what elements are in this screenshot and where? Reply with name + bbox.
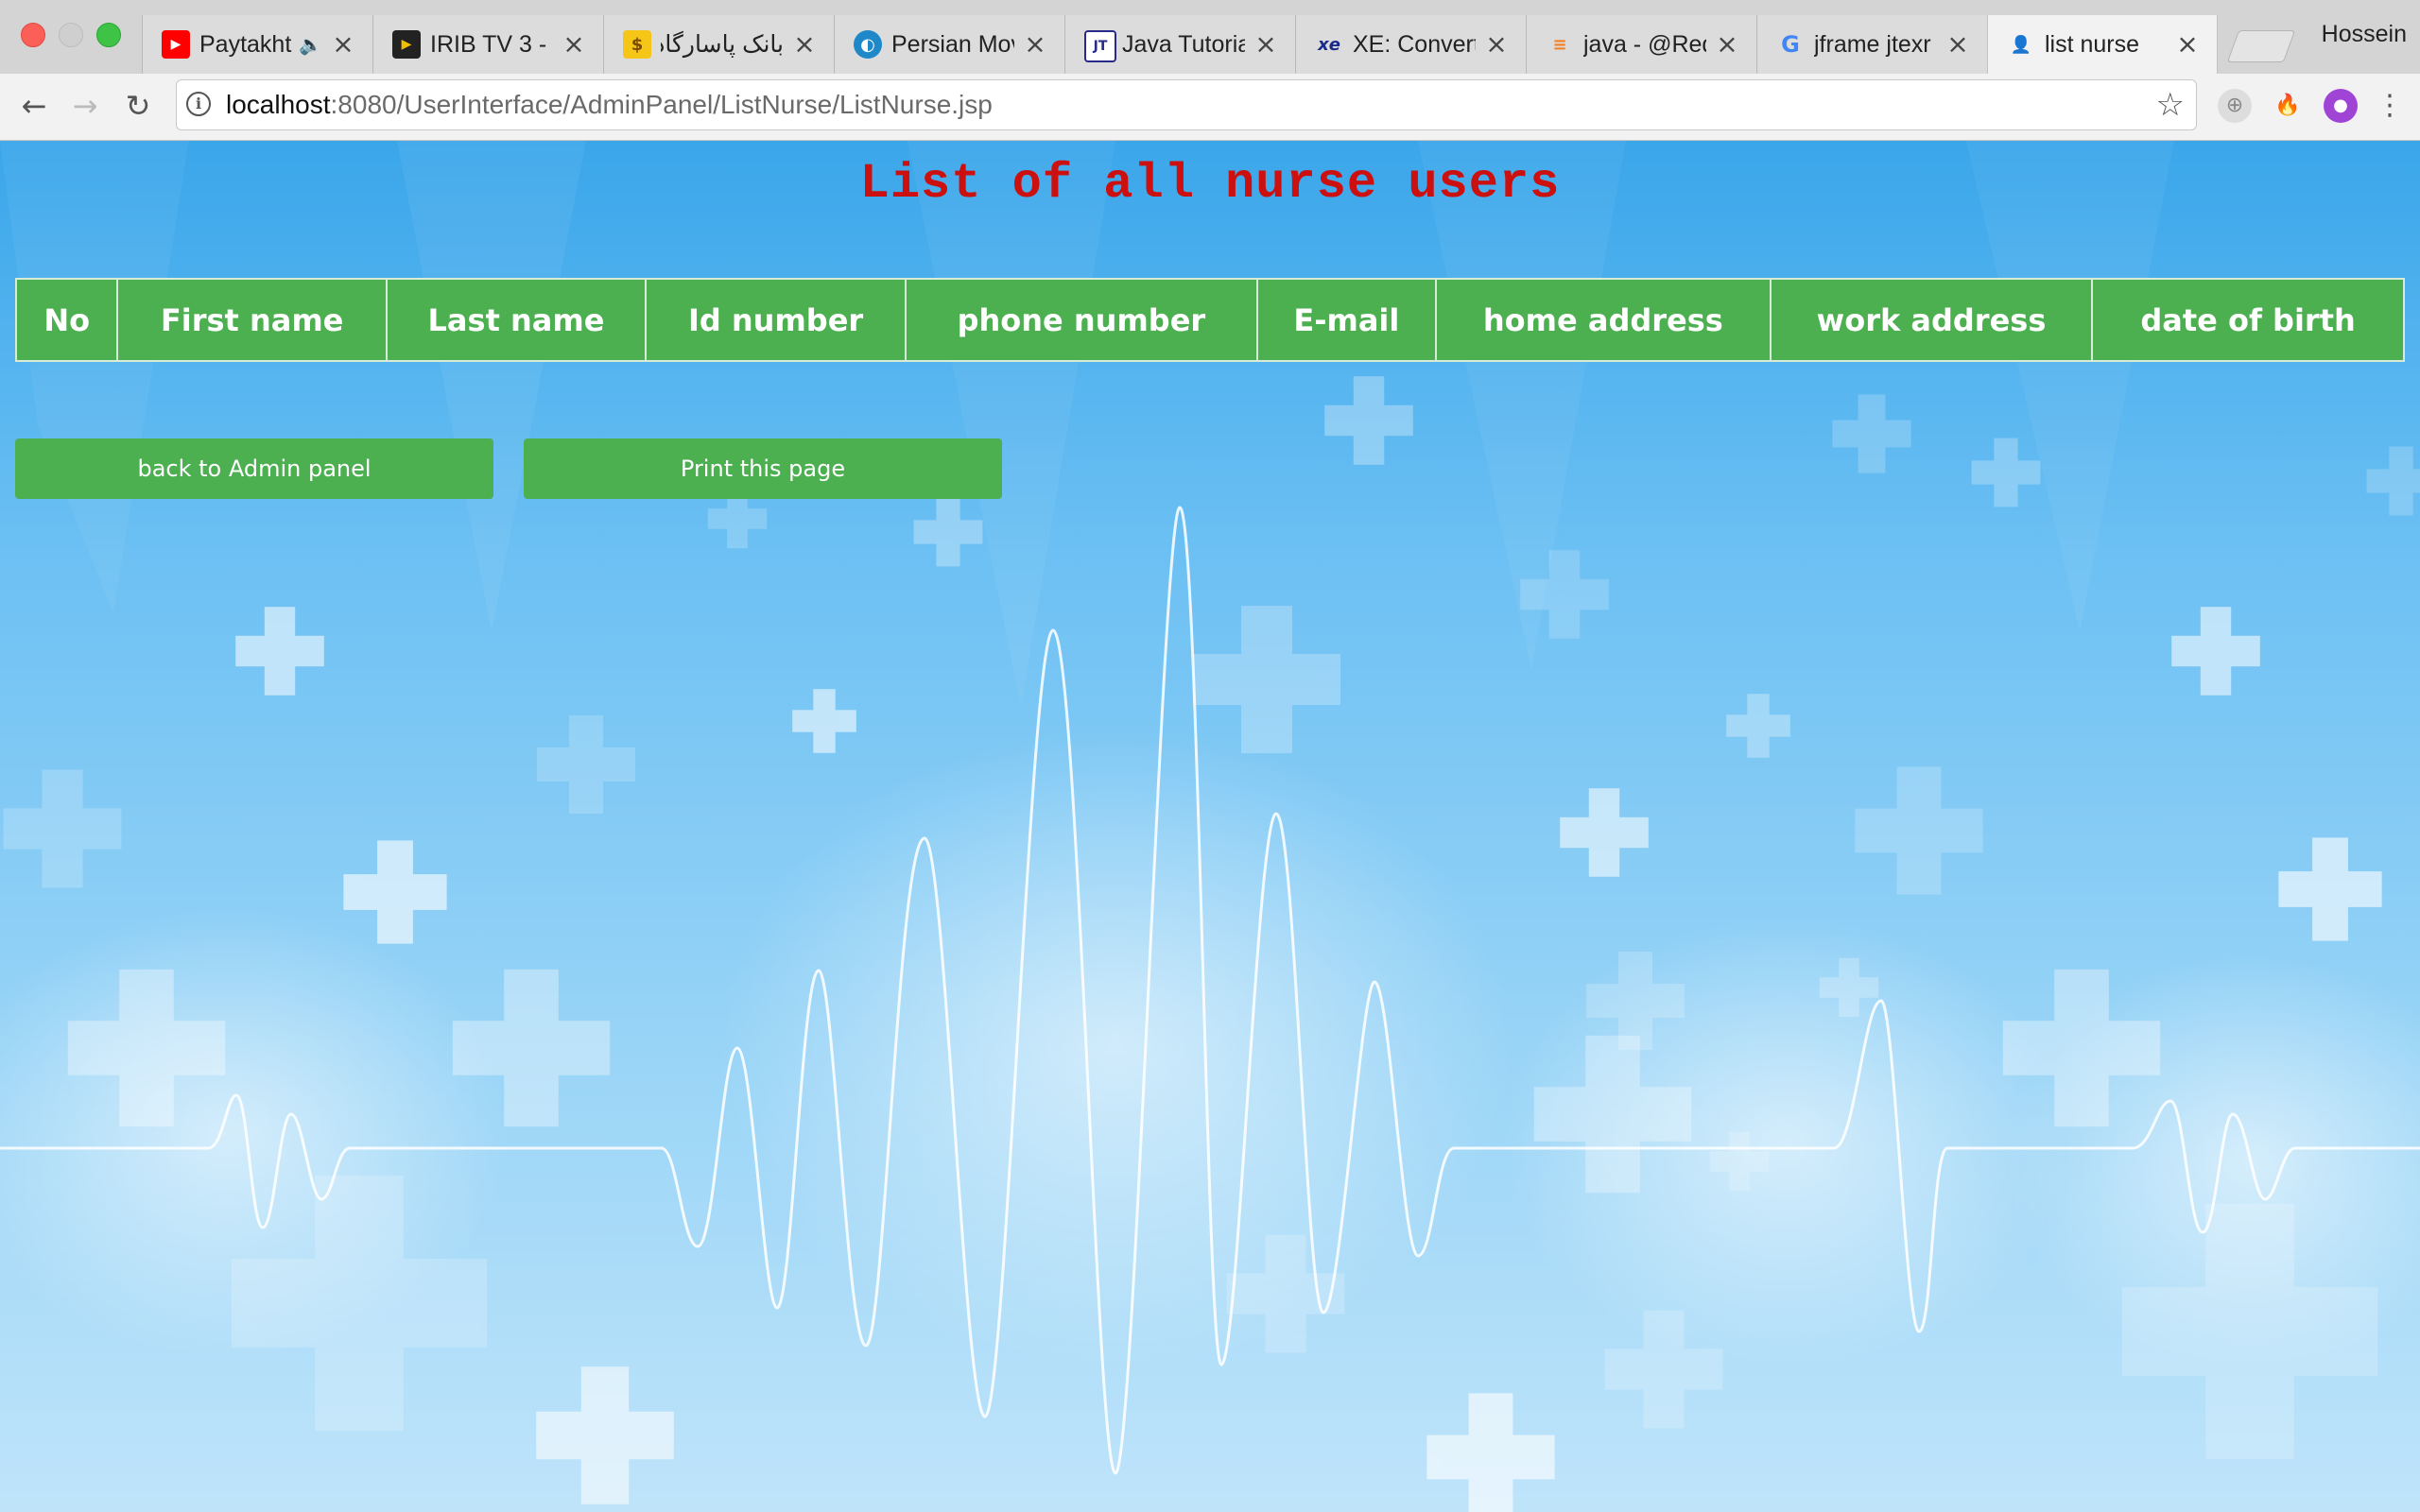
minimize-window-button[interactable] — [59, 23, 83, 47]
column-header-first-name: First name — [116, 278, 388, 362]
close-tab-icon[interactable]: × — [1021, 28, 1049, 60]
browser-tab[interactable]: $ بانک پاسارگاد :: × — [603, 15, 834, 74]
column-header-email: E-mail — [1255, 278, 1437, 362]
print-page-button[interactable]: Print this page — [524, 438, 1002, 499]
page-title: List of all nurse users — [859, 156, 1561, 212]
new-tab-button[interactable] — [2226, 30, 2296, 62]
globe-icon: ◐ — [854, 30, 882, 59]
browser-tab-active[interactable]: 👤 list nurse × — [1987, 15, 2218, 74]
browser-toolbar: ← → ↻ i localhost:8080/UserInterface/Adm… — [0, 74, 2420, 141]
java-tutorial-icon: JT — [1084, 30, 1116, 62]
url-text[interactable]: localhost:8080/UserInterface/AdminPanel/… — [226, 80, 993, 129]
tab-title: XE: Convert — [1353, 31, 1476, 58]
play-icon: ▶ — [392, 30, 421, 59]
column-header-no: No — [14, 278, 119, 362]
close-tab-icon[interactable]: × — [790, 28, 819, 60]
close-tab-icon[interactable]: × — [1944, 28, 1972, 60]
address-bar[interactable]: i localhost:8080/UserInterface/AdminPane… — [176, 79, 2197, 130]
browser-tab[interactable]: ≡ java - @Req × — [1526, 15, 1756, 74]
browser-tab[interactable]: JT Java Tutoria × — [1064, 15, 1295, 74]
browser-tab[interactable]: ▶ IRIB TV 3 - × — [372, 15, 603, 74]
profile-name[interactable]: Hossein — [2322, 21, 2407, 48]
close-tab-icon[interactable]: × — [2173, 28, 2202, 60]
menu-dots-icon[interactable]: ⋮ — [2369, 85, 2411, 127]
tab-title: list nurse — [2045, 31, 2140, 58]
globe-extension-icon[interactable]: ⊕ — [2218, 89, 2252, 123]
column-header-date-of-birth: date of birth — [2091, 278, 2405, 362]
vpn-extension-icon[interactable]: ● — [2324, 89, 2358, 123]
xe-icon: xe — [1318, 34, 1340, 55]
back-to-admin-panel-button[interactable]: back to Admin panel — [15, 438, 493, 499]
bookmark-star-icon[interactable]: ☆ — [2156, 86, 2185, 124]
nurse-users-table: No First name Last name Id number phone … — [14, 278, 2405, 362]
tab-title: IRIB TV 3 - — [430, 31, 547, 58]
close-tab-icon[interactable]: × — [560, 28, 588, 60]
speaker-icon[interactable]: 🔈 — [299, 28, 327, 60]
tab-title: Java Tutoria — [1122, 31, 1245, 58]
nurse-icon: 👤 — [2010, 34, 2032, 55]
zoom-window-button[interactable] — [96, 23, 121, 47]
bank-icon: $ — [623, 30, 651, 59]
tab-title: بانک پاسارگاد :: — [661, 31, 784, 58]
column-header-last-name: Last name — [385, 278, 648, 362]
column-header-phone-number: phone number — [904, 278, 1258, 362]
tab-title: java - @Req — [1583, 31, 1706, 58]
browser-tab[interactable]: ◐ Persian Mov × — [834, 15, 1064, 74]
youtube-icon: ▶ — [162, 30, 190, 59]
browser-tab-strip: ▶ Paytakht 🔈 × ▶ IRIB TV 3 - × $ بانک پا… — [0, 0, 2420, 74]
reload-icon[interactable]: ↻ — [117, 85, 159, 127]
table-header-row: No First name Last name Id number phone … — [14, 278, 2405, 362]
close-tab-icon[interactable]: × — [1482, 28, 1511, 60]
fire-extension-icon[interactable]: 🔥 — [2271, 89, 2305, 123]
url-path: :8080/UserInterface/AdminPanel/ListNurse… — [330, 90, 993, 119]
page-content: List of all nurse users No First name La… — [0, 141, 2420, 1512]
close-tab-icon[interactable]: × — [329, 28, 357, 60]
forward-arrow-icon[interactable]: → — [64, 85, 106, 127]
column-header-home-address: home address — [1434, 278, 1772, 362]
column-header-id-number: Id number — [645, 278, 907, 362]
close-tab-icon[interactable]: × — [1713, 28, 1741, 60]
browser-tab[interactable]: xe XE: Convert × — [1295, 15, 1526, 74]
close-window-button[interactable] — [21, 23, 45, 47]
browser-tab[interactable]: G jframe jtexr × — [1756, 15, 1987, 74]
column-header-work-address: work address — [1769, 278, 2094, 362]
browser-tab[interactable]: ▶ Paytakht 🔈 × — [142, 15, 372, 74]
tab-title: jframe jtexr — [1814, 31, 1931, 58]
url-host: localhost — [226, 90, 331, 119]
back-arrow-icon[interactable]: ← — [13, 85, 55, 127]
info-icon[interactable]: i — [186, 92, 211, 116]
google-icon: G — [1781, 31, 1800, 58]
stackoverflow-icon: ≡ — [1552, 34, 1567, 55]
tab-title: Persian Mov — [891, 31, 1014, 58]
close-tab-icon[interactable]: × — [1252, 28, 1280, 60]
tab-title: Paytakht — [199, 31, 292, 58]
